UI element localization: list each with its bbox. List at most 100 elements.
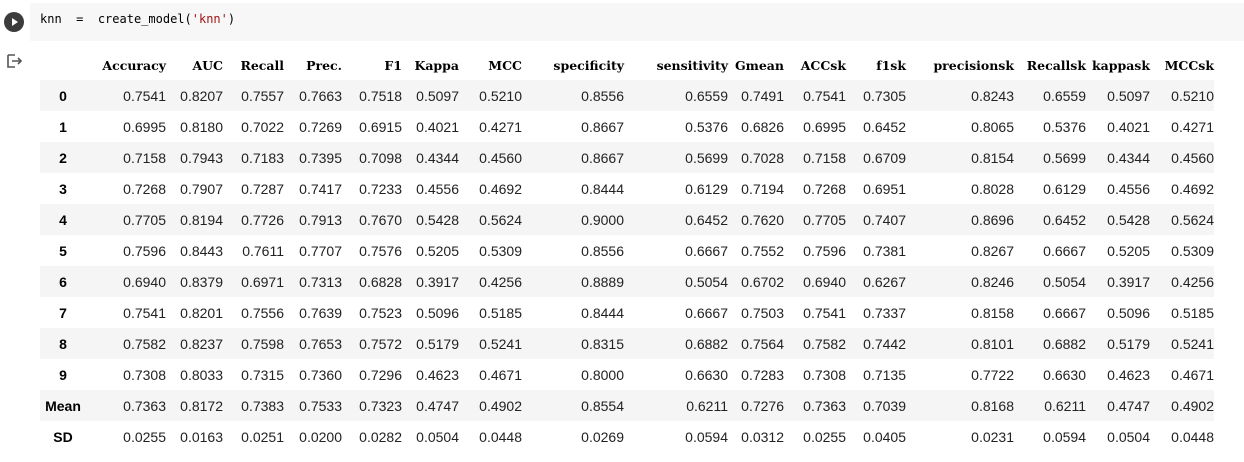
table-cell: 0.7268 [123,180,166,197]
table-cell: 0.3917 [416,273,459,290]
table-cell: 0.8201 [180,304,223,321]
table-cell: 0.4256 [479,273,522,290]
table-cell: 0.7663 [299,87,342,104]
table-row: 4 0.7705 0.8194 0.7726 0.7913 0.7670 0.5428 0.5… [40,204,1214,235]
table-cell: 0.0312 [741,428,784,445]
table-row: 7 0.7541 0.8201 0.7556 0.7639 0.7523 0.5096 0.5… [40,297,1214,328]
table-header-row: Accuracy AUC Recall Prec. F1 Kappa MCC specific… [40,50,1214,80]
table-cell: 0.0255 [803,428,846,445]
table-cell: 0.4623 [1107,366,1150,383]
table-cell: 0.5309 [479,242,522,259]
table-cell: 0.7653 [299,335,342,352]
table-cell: 0.7705 [803,211,846,228]
table-cell: 0.7557 [241,87,284,104]
table-cell: 0.7039 [863,397,906,414]
table-cell: 0.6452 [1043,211,1086,228]
table-cell: 0.8207 [180,87,223,104]
table-cell: 0.6995 [123,118,166,135]
column-header: Recall [240,57,284,73]
table-cell: 0.5699 [685,149,728,166]
table-cell: 0.7383 [241,397,284,414]
table-cell: 0.5428 [1107,211,1150,228]
table-cell: 0.6129 [685,180,728,197]
table-cell: 0.0269 [581,428,624,445]
table-cell: 0.5097 [416,87,459,104]
table-cell: 0.5699 [1043,149,1086,166]
table-cell: 0.6995 [803,118,846,135]
row-label: SD [53,428,73,445]
table-row: 0 0.7541 0.8207 0.7557 0.7663 0.7518 0.5097 0.5… [40,80,1214,111]
table-cell: 0.4747 [1107,397,1150,414]
row-label: 7 [59,304,67,321]
table-cell: 0.8379 [180,273,223,290]
code-line[interactable]: knn = create_model('knn') [40,12,235,26]
table-cell: 0.7523 [359,304,402,321]
table-cell: 0.7183 [241,149,284,166]
table-cell: 0.0504 [1107,428,1150,445]
table-cell: 0.8158 [971,304,1014,321]
table-cell: 0.7276 [741,397,784,414]
table-cell: 0.4344 [416,149,459,166]
table-cell: 0.0200 [299,428,342,445]
table-cell: 0.7268 [803,180,846,197]
table-cell: 0.8696 [971,211,1014,228]
table-cell: 0.7576 [359,242,402,259]
table-cell: 0.6951 [863,180,906,197]
header-corner [40,50,86,80]
table-cell: 0.7363 [123,397,166,414]
table-cell: 0.7308 [123,366,166,383]
table-cell: 0.8033 [180,366,223,383]
row-label: 9 [59,366,67,383]
column-header: Gmean [734,57,784,73]
table-cell: 0.7705 [123,211,166,228]
table-cell: 0.8028 [971,180,1014,197]
table-cell: 0.7269 [299,118,342,135]
table-cell: 0.7323 [359,397,402,414]
table-cell: 0.8554 [581,397,624,414]
table-cell: 0.4256 [1171,273,1214,290]
table-cell: 0.6882 [1043,335,1086,352]
table-cell: 0.7028 [741,149,784,166]
table-cell: 0.7296 [359,366,402,383]
table-cell: 0.4902 [1171,397,1214,414]
table-cell: 0.5241 [1171,335,1214,352]
table-cell: 0.6709 [863,149,906,166]
output-arrow-icon[interactable] [6,53,24,69]
table-cell: 0.8444 [581,304,624,321]
table-cell: 0.7360 [299,366,342,383]
table-cell: 0.5210 [1171,87,1214,104]
table-cell: 0.7541 [123,304,166,321]
table-cell: 0.8556 [581,87,624,104]
table-cell: 0.7598 [241,335,284,352]
table-row: Mean 0.7363 0.8172 0.7383 0.7533 0.7323 0.4747… [40,390,1214,421]
table-cell: 0.7491 [741,87,784,104]
table-cell: 0.8444 [581,180,624,197]
table-cell: 0.4692 [479,180,522,197]
table-cell: 0.0405 [863,428,906,445]
run-cell-button[interactable] [4,12,24,32]
table-cell: 0.5205 [416,242,459,259]
table-cell: 0.7194 [741,180,784,197]
table-cell: 0.8168 [971,397,1014,414]
table-cell: 0.7596 [803,242,846,259]
table-cell: 0.6667 [685,242,728,259]
table-cell: 0.6559 [1043,87,1086,104]
table-cell: 0.4623 [416,366,459,383]
table-cell: 0.8194 [180,211,223,228]
table-cell: 0.8065 [971,118,1014,135]
table-cell: 0.7907 [180,180,223,197]
table-cell: 0.0231 [971,428,1014,445]
table-cell: 0.7381 [863,242,906,259]
table-cell: 0.7283 [741,366,784,383]
table-row: 3 0.7268 0.7907 0.7287 0.7417 0.7233 0.4556 0.4… [40,173,1214,204]
column-header: Recallsk [1026,57,1086,73]
code-variable: knn [40,12,62,26]
table-cell: 0.4556 [416,180,459,197]
table-cell: 0.6630 [1043,366,1086,383]
column-header: ACCsk [800,57,846,73]
table-cell: 0.5624 [1171,211,1214,228]
table-cell: 0.5376 [1043,118,1086,135]
table-row: 1 0.6995 0.8180 0.7022 0.7269 0.6915 0.4021 0.4… [40,111,1214,142]
table-body: 0 0.7541 0.8207 0.7557 0.7663 0.7518 0.5097 0.5… [40,80,1214,452]
table-cell: 0.7442 [863,335,906,352]
